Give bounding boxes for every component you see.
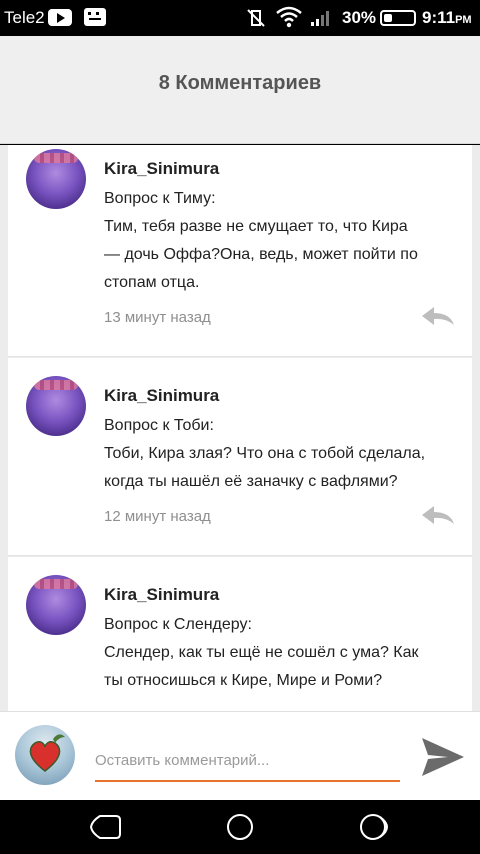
comment-line: Тоби, Кира злая? Что она с тобой сделала… [104, 445, 426, 462]
send-icon[interactable] [418, 736, 466, 778]
comment-author[interactable]: Kira_Sinimura [104, 585, 219, 605]
comment-line: стопам отца. [104, 274, 200, 291]
clock: 9:11PM [422, 8, 472, 28]
comments-header: 8 Комментариев [0, 36, 480, 144]
signal-icon [311, 11, 329, 26]
avatar[interactable] [26, 575, 86, 635]
comment-line: Вопрос к Слендеру: [104, 616, 252, 633]
reply-arrow-icon[interactable] [420, 305, 456, 327]
heart-icon [29, 734, 65, 772]
chat-notification-icon [84, 8, 106, 26]
system-nav-bar [0, 800, 480, 854]
comment-time: 12 минут назад [104, 508, 211, 525]
comment-author[interactable]: Kira_Sinimura [104, 159, 219, 179]
carrier-label: Tele2 [4, 8, 45, 27]
comment-text: Вопрос к Тиму: Тим, тебя разве не смущае… [104, 185, 454, 297]
comment-field-wrap [95, 742, 400, 782]
battery-icon [380, 10, 416, 26]
comment-line: ты относишься к Кире, Мире и Роми? [104, 672, 383, 689]
comment-author[interactable]: Kira_Sinimura [104, 386, 219, 406]
comment-line: Слендер, как ты ещё не сошёл с ума? Как [104, 644, 419, 661]
youtube-icon [48, 9, 72, 26]
back-icon[interactable] [88, 812, 122, 842]
battery-percent: 30% [342, 8, 377, 27]
status-bar: Tele2 30% 9:11PM [0, 0, 480, 36]
vibrate-mute-icon [247, 9, 265, 27]
user-avatar[interactable] [15, 725, 75, 785]
comments-list[interactable]: Kira_Sinimura Вопрос к Тиму: Тим, тебя р… [0, 145, 480, 711]
comment-text: Вопрос к Слендеру: Слендер, как ты ещё н… [104, 611, 454, 695]
avatar[interactable] [26, 149, 86, 209]
comment-card: Kira_Sinimura Вопрос к Тиму: Тим, тебя р… [8, 145, 472, 357]
home-icon[interactable] [223, 812, 257, 842]
comment-line: — дочь Оффа?Она, ведь, может пойти по [104, 246, 418, 263]
comment-line: Вопрос к Тоби: [104, 417, 214, 434]
comment-line: Вопрос к Тиму: [104, 190, 216, 207]
wifi-icon [276, 6, 302, 28]
clock-time: 9:11 [422, 8, 456, 27]
comment-line: когда ты нашёл её заначку с вафлями? [104, 473, 398, 490]
page-title: 8 Комментариев [158, 72, 322, 94]
comment-time: 13 минут назад [104, 309, 211, 326]
recent-apps-icon[interactable] [358, 812, 392, 842]
avatar[interactable] [26, 376, 86, 436]
clock-suffix: PM [455, 14, 472, 26]
reply-arrow-icon[interactable] [420, 504, 456, 526]
comment-input[interactable] [95, 742, 400, 778]
comment-card: Kira_Sinimura Вопрос к Слендеру: Слендер… [8, 557, 472, 711]
comment-line: Тим, тебя разве не смущает то, что Кира [104, 218, 408, 235]
comment-card: Kira_Sinimura Вопрос к Тоби: Тоби, Кира … [8, 358, 472, 556]
comment-text: Вопрос к Тоби: Тоби, Кира злая? Что она … [104, 412, 454, 496]
comment-input-bar [0, 711, 480, 800]
